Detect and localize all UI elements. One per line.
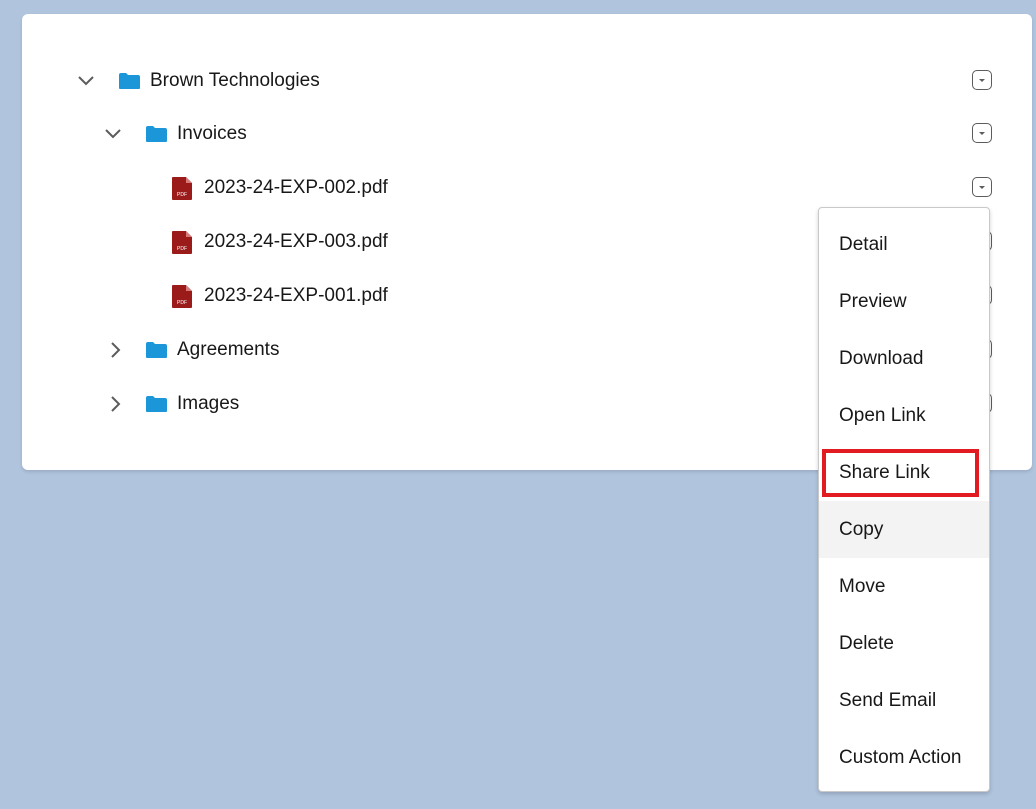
svg-text:PDF: PDF — [177, 246, 187, 252]
folder-icon — [146, 126, 167, 142]
pdf-file-icon: PDF — [172, 285, 192, 308]
menu-item-copy[interactable]: Copy — [819, 501, 989, 558]
menu-item-move[interactable]: Move — [819, 558, 989, 615]
folder-icon — [146, 342, 167, 358]
tree-item-label: Invoices — [177, 123, 247, 144]
chevron-down-icon[interactable] — [76, 71, 96, 91]
tree-row-brown-technologies[interactable]: Brown Technologies — [22, 65, 1032, 97]
folder-icon — [119, 73, 140, 89]
chevron-right-icon[interactable] — [106, 340, 126, 360]
chevron-down-icon — [979, 185, 985, 189]
pdf-file-icon: PDF — [172, 177, 192, 200]
tree-item-label: 2023-24-EXP-003.pdf — [204, 231, 388, 252]
tree-item-label: 2023-24-EXP-002.pdf — [204, 177, 388, 198]
row-actions-menu: Detail Preview Download Open Link Share … — [818, 207, 990, 792]
pdf-file-icon: PDF — [172, 231, 192, 254]
tree-row-file[interactable]: PDF 2023-24-EXP-002.pdf — [22, 172, 1032, 204]
tree-item-label: Images — [177, 393, 240, 414]
tree-row-invoices[interactable]: Invoices — [22, 118, 1032, 150]
tree-item-label: Agreements — [177, 339, 280, 360]
svg-text:PDF: PDF — [177, 300, 187, 306]
chevron-down-icon — [979, 78, 985, 82]
menu-item-download[interactable]: Download — [819, 330, 989, 387]
chevron-right-icon[interactable] — [106, 394, 126, 414]
chevron-down-icon[interactable] — [103, 124, 123, 144]
row-menu-dropdown-button[interactable] — [972, 177, 992, 197]
chevron-down-icon — [979, 131, 985, 135]
folder-icon — [146, 396, 167, 412]
menu-item-preview[interactable]: Preview — [819, 273, 989, 330]
menu-item-delete[interactable]: Delete — [819, 615, 989, 672]
menu-item-detail[interactable]: Detail — [819, 216, 989, 273]
svg-text:PDF: PDF — [177, 192, 187, 198]
menu-item-share-link[interactable]: Share Link — [819, 444, 989, 501]
row-menu-dropdown-button[interactable] — [972, 70, 992, 90]
tree-item-label: Brown Technologies — [150, 70, 320, 91]
menu-item-send-email[interactable]: Send Email — [819, 672, 989, 729]
menu-item-open-link[interactable]: Open Link — [819, 387, 989, 444]
menu-item-custom-action[interactable]: Custom Action — [819, 729, 989, 786]
row-menu-dropdown-button[interactable] — [972, 123, 992, 143]
tree-item-label: 2023-24-EXP-001.pdf — [204, 285, 388, 306]
